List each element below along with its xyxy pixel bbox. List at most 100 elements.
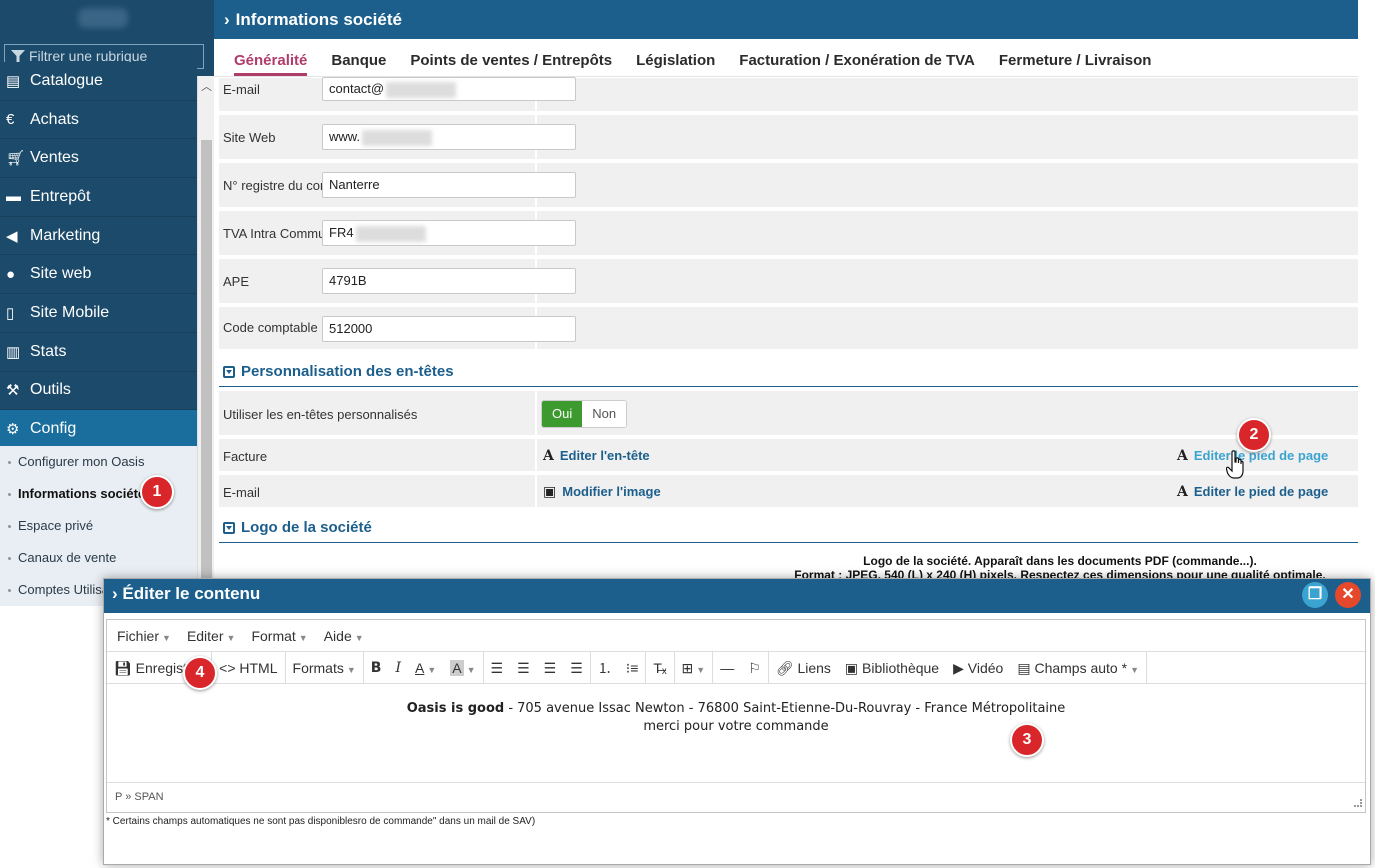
text-color-button[interactable]: A ▼ <box>408 652 443 684</box>
section-title: Logo de la société <box>241 519 372 536</box>
cart-icon: 🛒︎ <box>6 150 26 168</box>
menu-item-entrepot[interactable]: ▬ Entrepôt <box>0 178 197 217</box>
content-line-1: Oasis is good - 705 avenue Issac Newton … <box>107 700 1365 718</box>
step-badge-3: 3 <box>1010 723 1044 757</box>
menu-item-config[interactable]: ⚙ Config <box>0 410 197 449</box>
field-label: Site Web <box>223 130 276 145</box>
scrollbar-thumb[interactable] <box>201 140 212 606</box>
tab-banque[interactable]: Banque <box>319 39 398 76</box>
euro-icon: € <box>6 111 15 129</box>
website-field[interactable]: www. <box>322 124 576 150</box>
wrench-icon: ⚒ <box>6 382 20 400</box>
align-center-icon[interactable]: ☰ <box>510 652 537 684</box>
button-label: HTML <box>239 659 278 676</box>
menu-item-marketing[interactable]: ◀ Marketing <box>0 216 197 256</box>
chevron-right-icon: › <box>224 10 230 29</box>
button-label: Liens <box>797 659 831 676</box>
menu-aide[interactable]: Aide ▼ <box>316 620 372 651</box>
clear-format-icon[interactable]: T̶ₓ <box>646 652 673 684</box>
close-button[interactable]: ✕ <box>1335 582 1361 608</box>
table-icon[interactable]: ⊞ ▼ <box>675 652 713 684</box>
font-icon: A <box>1177 448 1188 464</box>
menu-item-catalogue[interactable]: ▤ Catalogue <box>0 62 197 101</box>
tab-generalite[interactable]: Généralité <box>222 39 319 76</box>
link-text: Editer le pied de page <box>1193 484 1329 499</box>
restore-window-button[interactable]: ❐ <box>1302 582 1328 608</box>
menu-editer[interactable]: Editer ▼ <box>179 620 244 651</box>
library-button[interactable]: ▣ Bibliothèque <box>838 652 946 684</box>
tab-facturation[interactable]: Facturation / Exonération de TVA <box>727 39 987 76</box>
bold-button[interactable]: B <box>364 652 389 684</box>
megaphone-icon: ◀ <box>6 227 18 245</box>
toggle-oui[interactable]: Oui <box>542 401 583 427</box>
entetes-toggle[interactable]: Oui Non <box>541 400 628 428</box>
section-logo-societe[interactable]: Logo de la société <box>219 515 1358 543</box>
menu-label: Achats <box>30 110 79 128</box>
field-label: APE <box>223 274 250 289</box>
align-right-icon[interactable]: ☰ <box>537 652 564 684</box>
bookmark-icon[interactable]: ⚐ <box>741 652 768 684</box>
step-badge-1: 1 <box>140 475 174 509</box>
formats-dropdown[interactable]: Formats ▼ <box>286 652 363 684</box>
menu-label: Aide <box>323 628 352 644</box>
text-color-icon: A <box>414 659 425 676</box>
field-label: Code comptable <box>223 320 318 335</box>
link-text: Modifier l'image <box>562 484 661 499</box>
menu-item-site-mobile[interactable]: ▯ Site Mobile <box>0 294 197 333</box>
tab-legislation[interactable]: Législation <box>624 39 727 76</box>
email-edit-footer-link[interactable]: A Editer le pied de page <box>1177 484 1328 500</box>
align-left-icon[interactable]: ☰ <box>484 652 511 684</box>
submenu-espace-prive[interactable]: Espace privé <box>0 510 197 542</box>
editor-content-area[interactable]: Oasis is good - 705 avenue Issac Newton … <box>107 684 1365 782</box>
submenu-configurer[interactable]: Configurer mon Oasis <box>0 446 197 478</box>
resize-handle-icon[interactable] <box>1354 799 1362 807</box>
sidebar-scrollbar[interactable]: ︿ <box>197 76 214 606</box>
ape-field[interactable]: 4791B <box>322 268 576 294</box>
code-comptable-field[interactable]: 512000 <box>322 316 576 342</box>
archive-icon: ▬ <box>6 188 21 206</box>
menu-item-ventes[interactable]: 🛒︎ Ventes <box>0 139 197 179</box>
email-field[interactable]: contact@ <box>322 77 576 101</box>
horizontal-rule-icon[interactable]: — <box>713 652 741 684</box>
menu-format[interactable]: Format ▼ <box>243 620 315 651</box>
field-label: Facture <box>223 449 268 464</box>
code-icon: <> <box>219 659 236 676</box>
numbered-list-icon[interactable]: ⒈ <box>591 652 619 684</box>
toggle-non[interactable]: Non <box>582 401 627 427</box>
email-modify-image-link[interactable]: ▣ Modifier l'image <box>543 484 661 500</box>
menu-fichier[interactable]: Fichier ▼ <box>109 620 179 651</box>
italic-button[interactable]: I <box>388 652 408 684</box>
menu-label: Outils <box>30 381 71 399</box>
menu-label: Entrepôt <box>30 187 91 205</box>
tab-fermeture-livraison[interactable]: Fermeture / Livraison <box>987 39 1164 76</box>
scroll-up-icon[interactable]: ︿ <box>201 78 212 94</box>
link-icon: 🔗︎ <box>775 659 794 676</box>
bullet-list-icon[interactable]: ⁝≡ <box>619 652 646 684</box>
menu-item-outils[interactable]: ⚒ Outils <box>0 371 197 411</box>
tab-points-de-ventes[interactable]: Points de ventes / Entrepôts <box>398 39 624 76</box>
rich-text-editor: Fichier ▼ Editer ▼ Format ▼ Aide ▼ 💾︎ Enregi… <box>106 619 1366 813</box>
button-label: Formats <box>292 659 344 676</box>
mobile-icon: ▯ <box>6 304 15 322</box>
field-value: 4791B <box>329 273 367 288</box>
video-button[interactable]: ▶ Vidéo <box>946 652 1010 684</box>
section-personnalisation-entetes[interactable]: Personnalisation des en-têtes <box>219 359 1358 387</box>
auto-fields-dropdown[interactable]: ▤ Champs auto * ▼ <box>1010 652 1146 684</box>
html-button[interactable]: <> HTML <box>212 652 284 684</box>
app-logo[interactable] <box>0 0 214 40</box>
links-button[interactable]: 🔗︎ Liens <box>769 652 838 684</box>
gear-icon: ⚙ <box>6 421 20 439</box>
menu-item-stats[interactable]: ▥ Stats <box>0 332 197 372</box>
button-label: Vidéo <box>967 659 1004 676</box>
font-icon: A <box>543 448 554 464</box>
submenu-canaux-vente[interactable]: Canaux de vente <box>0 542 197 574</box>
menu-item-achats[interactable]: € Achats <box>0 100 197 140</box>
step-badge-4: 4 <box>183 656 217 690</box>
facture-edit-header-link[interactable]: A Editer l'en-tête <box>543 448 650 464</box>
bg-color-button[interactable]: A ▼ <box>443 652 482 684</box>
registre-field[interactable]: Nanterre <box>322 172 576 198</box>
section-title: Personnalisation des en-têtes <box>241 363 454 380</box>
menu-item-site-web[interactable]: ● Site web <box>0 255 197 295</box>
align-justify-icon[interactable]: ☰ <box>563 652 590 684</box>
tva-field[interactable]: FR4 <box>322 220 576 246</box>
